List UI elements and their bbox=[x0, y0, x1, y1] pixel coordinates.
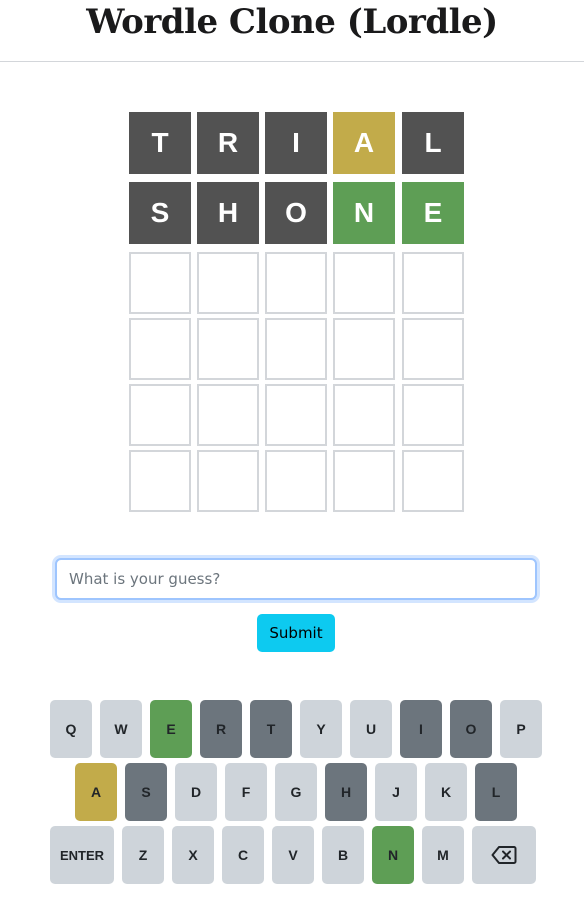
board-tile bbox=[265, 450, 327, 512]
key-h[interactable]: H bbox=[325, 763, 367, 821]
key-label: L bbox=[491, 784, 501, 800]
key-g[interactable]: G bbox=[275, 763, 317, 821]
key-m[interactable]: M bbox=[422, 826, 464, 884]
key-t[interactable]: T bbox=[250, 700, 292, 758]
key-i[interactable]: I bbox=[400, 700, 442, 758]
key-q[interactable]: Q bbox=[50, 700, 92, 758]
key-label: C bbox=[237, 847, 249, 863]
key-label: F bbox=[241, 784, 251, 800]
backspace-icon bbox=[491, 845, 517, 865]
key-y[interactable]: Y bbox=[300, 700, 342, 758]
key-label: Z bbox=[138, 847, 148, 863]
board-tile bbox=[265, 318, 327, 380]
key-v[interactable]: V bbox=[272, 826, 314, 884]
board-tile bbox=[129, 252, 191, 314]
key-label: K bbox=[440, 784, 452, 800]
key-label: H bbox=[340, 784, 352, 800]
board-tile: E bbox=[402, 182, 464, 244]
board-tile: T bbox=[129, 112, 191, 174]
key-j[interactable]: J bbox=[375, 763, 417, 821]
board-tile bbox=[197, 252, 259, 314]
board-tile: R bbox=[197, 112, 259, 174]
board-tile: A bbox=[333, 112, 395, 174]
key-z[interactable]: Z bbox=[122, 826, 164, 884]
board-tile: I bbox=[265, 112, 327, 174]
key-s[interactable]: S bbox=[125, 763, 167, 821]
key-x[interactable]: X bbox=[172, 826, 214, 884]
board-tile bbox=[333, 384, 395, 446]
key-label: M bbox=[437, 847, 449, 863]
key-label: X bbox=[188, 847, 198, 863]
key-r[interactable]: R bbox=[200, 700, 242, 758]
board-tile bbox=[197, 318, 259, 380]
key-label: I bbox=[419, 721, 423, 737]
board-tile: S bbox=[129, 182, 191, 244]
key-f[interactable]: F bbox=[225, 763, 267, 821]
key-a[interactable]: A bbox=[75, 763, 117, 821]
board-tile: H bbox=[197, 182, 259, 244]
board-tile bbox=[265, 252, 327, 314]
key-label: B bbox=[337, 847, 349, 863]
board-tile bbox=[265, 384, 327, 446]
key-k[interactable]: K bbox=[425, 763, 467, 821]
key-label: D bbox=[190, 784, 202, 800]
key-label: E bbox=[166, 721, 176, 737]
key-n[interactable]: N bbox=[372, 826, 414, 884]
key-l[interactable]: L bbox=[475, 763, 517, 821]
guess-input[interactable] bbox=[55, 558, 537, 600]
key-label: V bbox=[288, 847, 298, 863]
key-label: S bbox=[141, 784, 151, 800]
key-w[interactable]: W bbox=[100, 700, 142, 758]
board-tile bbox=[333, 252, 395, 314]
board-tile bbox=[402, 450, 464, 512]
board-tile bbox=[129, 450, 191, 512]
key-o[interactable]: O bbox=[450, 700, 492, 758]
key-label: A bbox=[90, 784, 102, 800]
board-tile: N bbox=[333, 182, 395, 244]
submit-button[interactable]: Submit bbox=[257, 614, 335, 652]
board-tile: O bbox=[265, 182, 327, 244]
board-tile: L bbox=[402, 112, 464, 174]
key-label: P bbox=[516, 721, 526, 737]
key-label: J bbox=[392, 784, 400, 800]
key-label: R bbox=[215, 721, 227, 737]
game-board: TRIAL SHONE bbox=[0, 0, 584, 520]
board-tile bbox=[333, 318, 395, 380]
key-b[interactable]: B bbox=[322, 826, 364, 884]
key-label: Y bbox=[316, 721, 326, 737]
key-label: G bbox=[290, 784, 302, 800]
key-p[interactable]: P bbox=[500, 700, 542, 758]
key-c[interactable]: C bbox=[222, 826, 264, 884]
key-label: O bbox=[465, 721, 477, 737]
key-label: U bbox=[365, 721, 377, 737]
key-enter[interactable]: ENTER bbox=[50, 826, 114, 884]
board-tile bbox=[402, 384, 464, 446]
key-u[interactable]: U bbox=[350, 700, 392, 758]
key-label: W bbox=[114, 721, 128, 737]
board-tile bbox=[197, 384, 259, 446]
board-tile bbox=[402, 252, 464, 314]
key-backspace[interactable] bbox=[472, 826, 536, 884]
key-label: T bbox=[266, 721, 276, 737]
board-tile bbox=[402, 318, 464, 380]
key-label: Q bbox=[65, 721, 77, 737]
board-tile bbox=[333, 450, 395, 512]
key-e[interactable]: E bbox=[150, 700, 192, 758]
board-tile bbox=[129, 384, 191, 446]
board-tile bbox=[197, 450, 259, 512]
key-d[interactable]: D bbox=[175, 763, 217, 821]
key-label: ENTER bbox=[59, 847, 105, 863]
key-label: N bbox=[387, 847, 399, 863]
board-tile bbox=[129, 318, 191, 380]
